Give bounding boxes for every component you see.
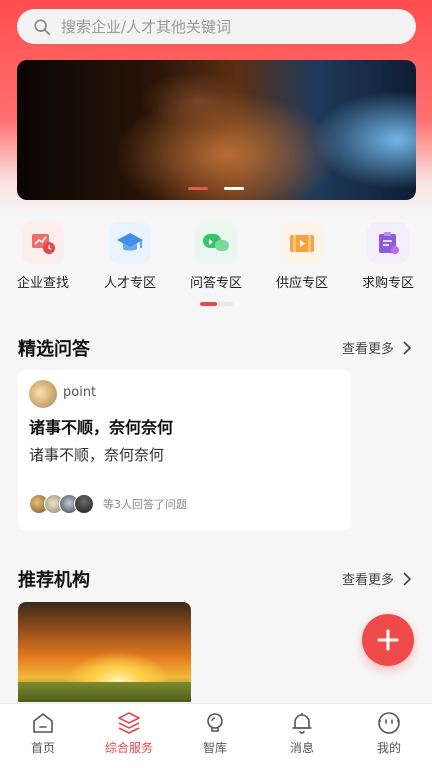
answerer-avatar [74,494,94,514]
search-icon [34,18,51,35]
bottom-tab-bar: 首页 综合服务 智库 消息 我的 [0,703,432,768]
graduation-cap-icon [109,222,151,264]
quick-item-label: 供应专区 [275,276,328,291]
more-label: 查看更多 [341,342,394,357]
qa-answerers: 等3人回答了问题 [29,494,187,514]
qa-card[interactable]: point 诸事不顺，奈何奈何 诸事不顺，奈何奈何 等3人回答了问题 [18,370,351,530]
qa-question-body: 诸事不顺，奈何奈何 [29,446,165,464]
enterprise-search-icon [22,222,64,264]
quick-item-qa[interactable]: 问答专区 [181,222,251,291]
tab-label: 消息 [289,741,314,755]
tab-label: 智库 [202,741,227,755]
plus-icon [377,629,399,651]
tab-profile[interactable]: 我的 [346,710,432,756]
organization-card-image[interactable] [18,602,191,702]
landscape-ground [18,682,191,702]
quick-item-purchase[interactable]: 求购专区 [353,222,423,291]
chat-bubbles-icon [195,222,237,264]
add-button[interactable] [362,614,414,666]
carousel-dot[interactable] [224,187,244,190]
avatar [29,380,57,408]
smiley-icon [378,712,400,734]
search-placeholder: 搜索企业/人才其他关键词 [61,18,232,36]
tab-messages[interactable]: 消息 [259,710,345,756]
chevron-right-icon [403,340,412,355]
quick-item-enterprise-search[interactable]: 企业查找 [8,222,78,291]
tab-services[interactable]: 综合服务 [86,710,172,756]
clipboard-icon [367,222,409,264]
qa-answer-count: 等3人回答了问题 [103,498,187,511]
recommended-more-link[interactable]: 查看更多 [342,569,412,588]
tab-think-tank[interactable]: 智库 [172,710,258,756]
home-icon [33,713,53,733]
section-title-recommended: 推荐机构 [18,570,90,591]
quick-menu: 企业查找 人才专区 问答专区 供应专区 求购专区 [0,222,432,292]
quick-menu-page-indicator-active [200,302,217,306]
quick-item-label: 问答专区 [189,276,242,291]
quick-menu-page-indicator [217,302,233,306]
qa-username: point [63,385,97,400]
more-label: 查看更多 [341,573,394,588]
banner-carousel[interactable] [17,60,416,200]
tab-home[interactable]: 首页 [0,710,86,756]
quick-item-label: 人才专区 [103,276,156,291]
video-icon [281,222,323,264]
section-title-featured-qa: 精选问答 [18,339,90,360]
lightbulb-icon [207,713,223,732]
quick-item-label: 求购专区 [361,276,414,291]
quick-item-talent[interactable]: 人才专区 [95,222,165,291]
chevron-right-icon [403,571,412,586]
tab-label: 我的 [376,741,401,755]
tab-label: 综合服务 [104,741,153,755]
search-bar[interactable]: 搜索企业/人才其他关键词 [17,9,416,44]
layers-icon [118,712,140,734]
quick-item-label: 企业查找 [16,276,69,291]
featured-qa-more-link[interactable]: 查看更多 [342,338,412,357]
quick-item-supply[interactable]: 供应专区 [267,222,337,291]
tab-label: 首页 [30,741,55,755]
carousel-dot-active[interactable] [188,187,208,190]
qa-question-title: 诸事不顺，奈何奈何 [29,418,174,437]
bell-icon [292,713,312,734]
